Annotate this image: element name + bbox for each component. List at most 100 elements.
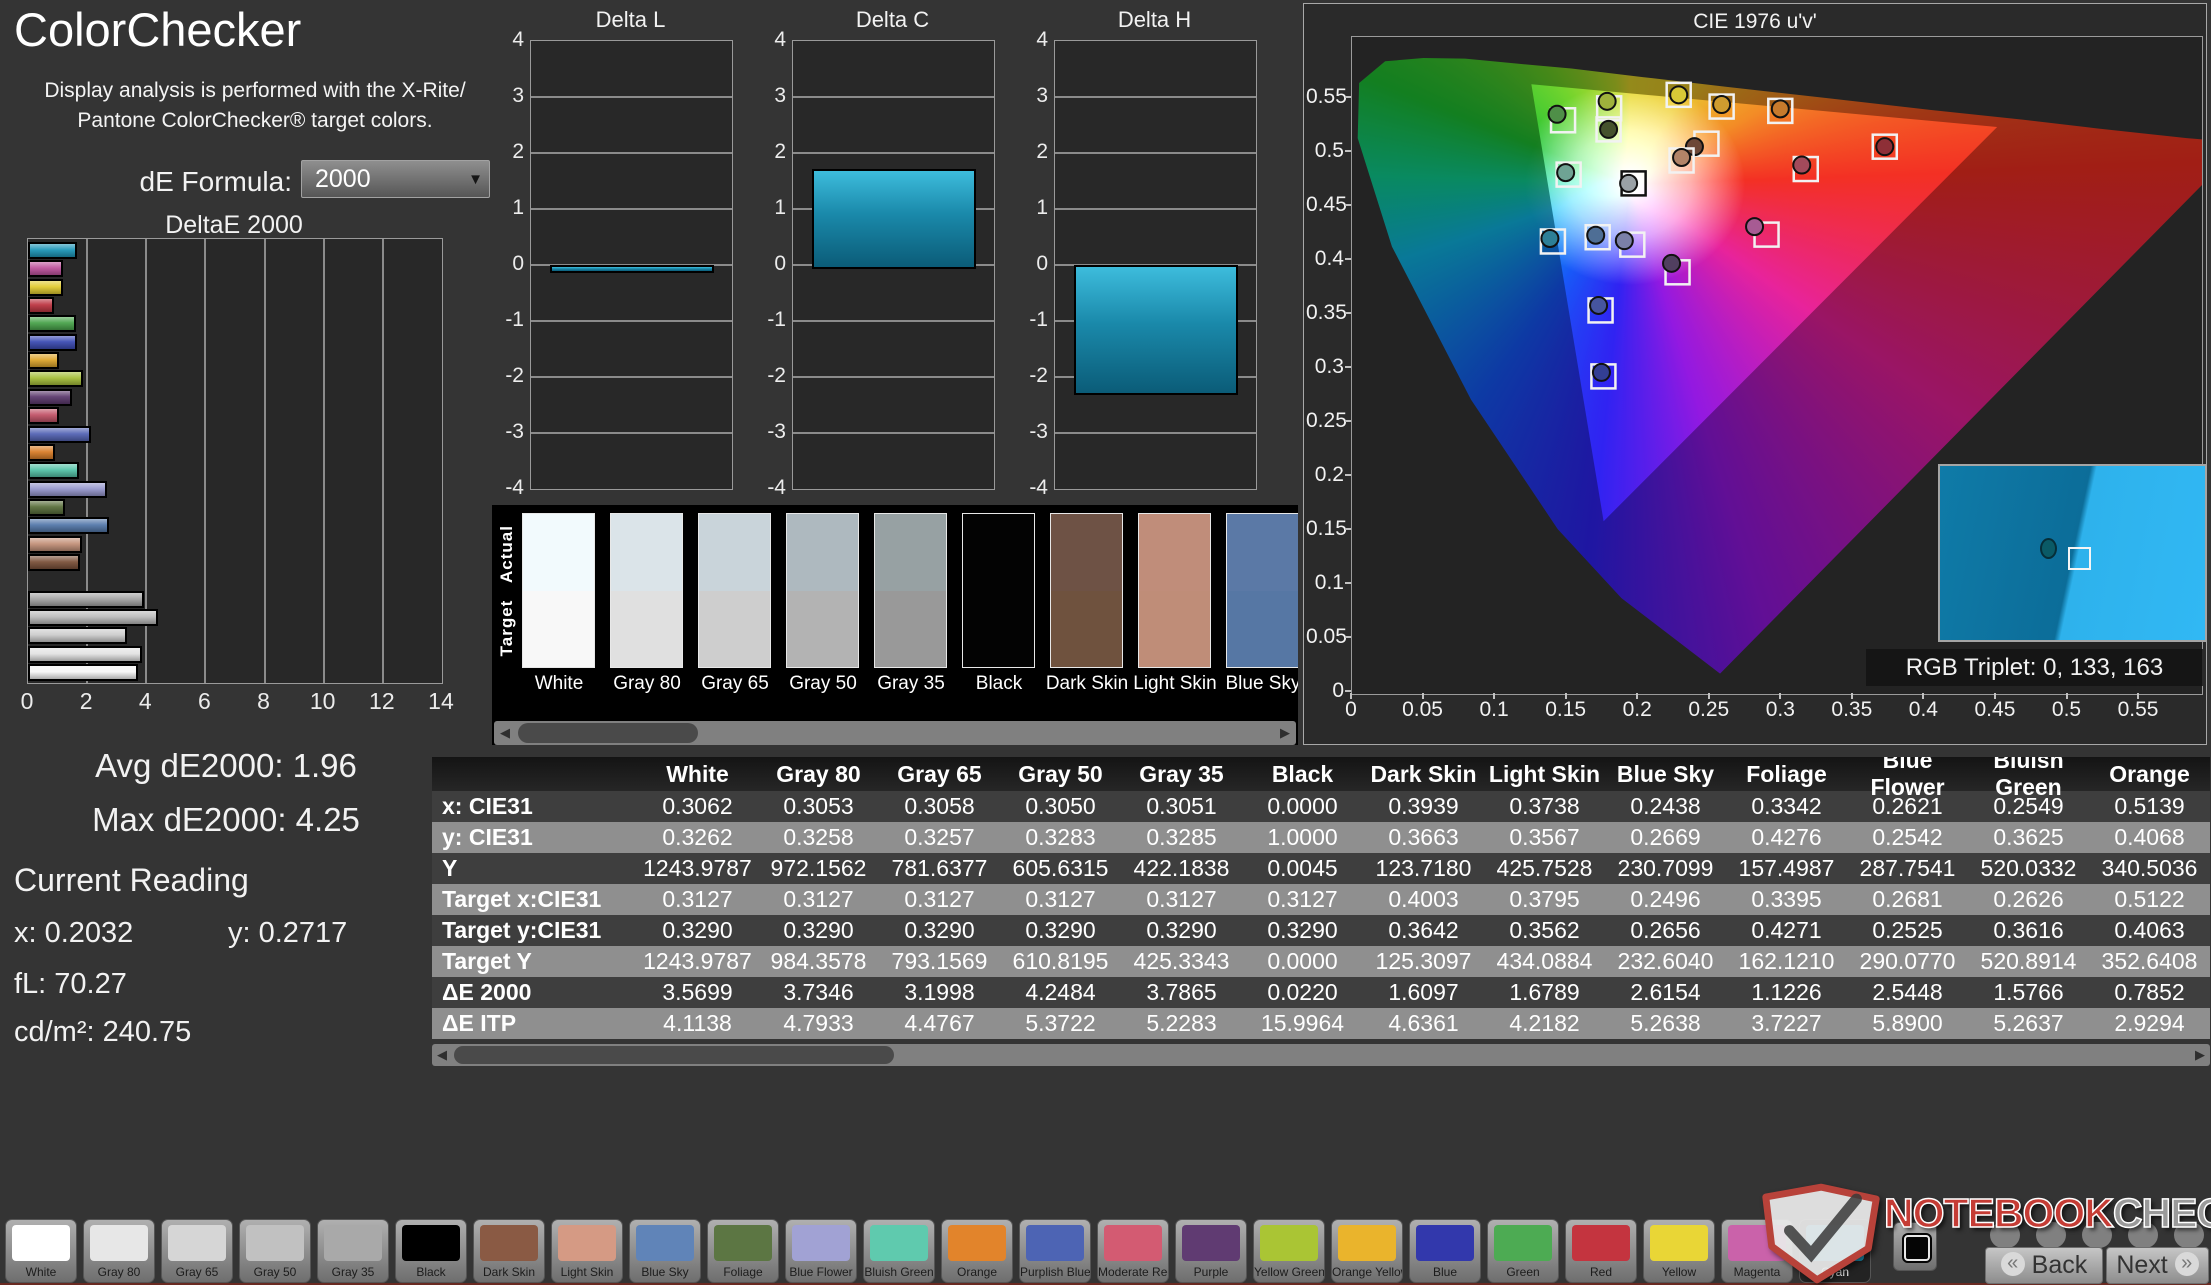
patch-chip-gray-50: [246, 1225, 304, 1261]
patch-button-bluish-green[interactable]: Bluish Green: [863, 1219, 935, 1283]
back-chevron-icon: «: [2000, 1252, 2025, 1277]
deltae-chart-title: DeltaE 2000: [165, 211, 303, 239]
patch-button-foliage[interactable]: Foliage: [707, 1219, 779, 1283]
patch-label-orange: Orange: [956, 1265, 998, 1279]
table-cell-x-cie31-light-skin: 0.3738: [1509, 793, 1580, 819]
patch-button-blue-sky[interactable]: Blue Sky: [629, 1219, 701, 1283]
deltae-bar-green: [28, 315, 76, 333]
deltae-x-tick: 2: [79, 688, 93, 714]
rgb-triplet-label: RGB Triplet: 0, 133, 163: [1866, 649, 2203, 686]
patch-button-blue[interactable]: Blue: [1409, 1219, 1481, 1283]
table-cell-target-y-blue-flower: 290.0770: [1859, 948, 1956, 974]
patch-button-gray-80[interactable]: Gray 80: [83, 1219, 155, 1283]
cie-y-tickmark: [1345, 582, 1351, 584]
table-cell-target-y-gray-80: 984.3578: [770, 948, 867, 974]
patch-chip-white: [12, 1225, 70, 1261]
delta-y-tick: -4: [505, 476, 524, 499]
patch-button-yellow-green[interactable]: Yellow Green: [1253, 1219, 1325, 1283]
table-scroll-left-icon[interactable]: ◀: [432, 1044, 452, 1066]
delta-gridline: [793, 432, 994, 434]
patch-button-yellow[interactable]: Yellow: [1643, 1219, 1715, 1283]
swatch-scroll-left-icon[interactable]: ◀: [494, 721, 516, 745]
patch-button-green[interactable]: Green: [1487, 1219, 1559, 1283]
table-cell-target-x-cie31-blue-flower: 0.2681: [1872, 886, 1943, 912]
cie-measured-point-red: [1875, 137, 1895, 157]
patch-button-gray-50[interactable]: Gray 50: [239, 1219, 311, 1283]
table-scroll-thumb[interactable]: [454, 1046, 894, 1064]
table-cell-y-blue-sky: 230.7099: [1617, 855, 1714, 881]
table-cell-e-2000-light-skin: 1.6789: [1509, 979, 1580, 1005]
delta-bar-delta-c: [812, 168, 976, 269]
patch-button-light-skin[interactable]: Light Skin: [551, 1219, 623, 1283]
swatch-scroll-thumb[interactable]: [518, 723, 698, 743]
avg-de2000: Avg dE2000: 1.96: [95, 747, 357, 784]
patch-button-blue-flower[interactable]: Blue Flower: [785, 1219, 857, 1283]
table-header-row: White Gray 80 Gray 65 Gray 50 Gray 35 Black Da…: [432, 757, 2210, 800]
swatch-actual-black: [963, 514, 1034, 591]
table-cell-target-x-cie31-gray-80: 0.3127: [783, 886, 854, 912]
patch-chip-gray-80: [90, 1225, 148, 1261]
colorchecker-app: ColorChecker Display analysis is perform…: [0, 0, 2211, 1285]
patch-button-purplish-blue[interactable]: Purplish Blue: [1019, 1219, 1091, 1283]
delta-y-tick: 2: [774, 140, 786, 163]
patch-label-gray-80: Gray 80: [97, 1265, 141, 1279]
swatch-scrollbar[interactable]: ◀ ▶: [494, 721, 1296, 745]
cie-y-tick: 0.55: [1306, 85, 1347, 108]
table-cell-e-2000-gray-35: 3.7865: [1146, 979, 1217, 1005]
delta-chart-delta-c: [792, 40, 995, 490]
patch-label-blue-flower: Blue Flower: [789, 1265, 853, 1279]
table-cell-target-y-cie31-foliage: 0.4271: [1751, 917, 1822, 943]
patch-button-gray-65[interactable]: Gray 65: [161, 1219, 233, 1283]
delta-y-tick: -4: [767, 476, 786, 499]
table-cell-target-x-cie31-orange: 0.5122: [2114, 886, 2185, 912]
cie-x-tick: 0.4: [1908, 698, 1938, 721]
de-formula-dropdown[interactable]: 2000 ▼: [301, 160, 490, 198]
swatch-scroll-right-icon[interactable]: ▶: [1274, 721, 1296, 745]
deltae-bar-orange-yellow: [28, 352, 60, 370]
patch-chip-blue-sky: [636, 1225, 694, 1261]
patch-button-white[interactable]: White: [5, 1219, 77, 1283]
patch-label-gray-35: Gray 35: [331, 1265, 375, 1279]
patch-button-moderate-red[interactable]: Moderate Red: [1097, 1219, 1169, 1283]
swatch-target-black: [963, 590, 1034, 667]
table-cell-e-2000-orange: 0.7852: [2114, 979, 2185, 1005]
table-cell-target-y-bluish-green: 520.8914: [1980, 948, 2077, 974]
cie-measured-point-purple: [1662, 253, 1682, 273]
table-cell-x-cie31-orange: 0.5139: [2114, 793, 2185, 819]
delta-gridline: [531, 208, 732, 210]
table-scroll-right-icon[interactable]: ▶: [2190, 1044, 2210, 1066]
delta-y-tick: 1: [512, 196, 524, 219]
patch-button-red[interactable]: Red: [1565, 1219, 1637, 1283]
current-reading-heading: Current Reading: [14, 862, 249, 898]
back-button[interactable]: « Back: [1985, 1247, 2103, 1284]
swatch-target-gray-65: [699, 590, 770, 667]
patch-chip-purple: [1182, 1225, 1240, 1261]
patch-button-purple[interactable]: Purple: [1175, 1219, 1247, 1283]
delta-chart-title-delta-h: Delta H: [1117, 7, 1192, 32]
patch-button-dark-skin[interactable]: Dark Skin: [473, 1219, 545, 1283]
cie-x-tick: 0.5: [2051, 698, 2082, 721]
delta-y-tick: 1: [1036, 196, 1048, 219]
cie-x-tickmark: [2065, 693, 2068, 699]
table-cell-target-x-cie31-gray-50: 0.3127: [1025, 886, 1096, 912]
deltae-bar-purple: [28, 388, 72, 406]
delta-gridline: [793, 376, 994, 378]
swatch-target-gray-80: [611, 590, 682, 667]
table-cell-y-orange: 340.5036: [2101, 855, 2198, 881]
cie-x-tick: 0.55: [2117, 698, 2159, 721]
patch-button-orange[interactable]: Orange: [941, 1219, 1013, 1283]
cie-x-tickmark: [2137, 693, 2140, 699]
table-cell-y-cie31-bluish-green: 0.3625: [1993, 824, 2064, 850]
cie-y-tick: 0.45: [1306, 193, 1347, 216]
patch-button-gray-35[interactable]: Gray 35: [317, 1219, 389, 1283]
deltae-bar-chart: [27, 238, 443, 684]
table-cell-target-x-cie31-light-skin: 0.3795: [1509, 886, 1580, 912]
next-button[interactable]: Next »: [2106, 1247, 2209, 1284]
patch-button-black[interactable]: Black: [395, 1219, 467, 1283]
table-cell-y-cie31-white: 0.3262: [662, 824, 733, 850]
watermark-check: CHECK: [2112, 1189, 2211, 1237]
patch-label-dark-skin: Dark Skin: [482, 1265, 535, 1279]
table-scrollbar[interactable]: ◀ ▶: [432, 1044, 2210, 1066]
table-header-orange: Orange: [2109, 760, 2190, 787]
patch-button-orange-yellow[interactable]: Orange Yellow: [1331, 1219, 1403, 1283]
